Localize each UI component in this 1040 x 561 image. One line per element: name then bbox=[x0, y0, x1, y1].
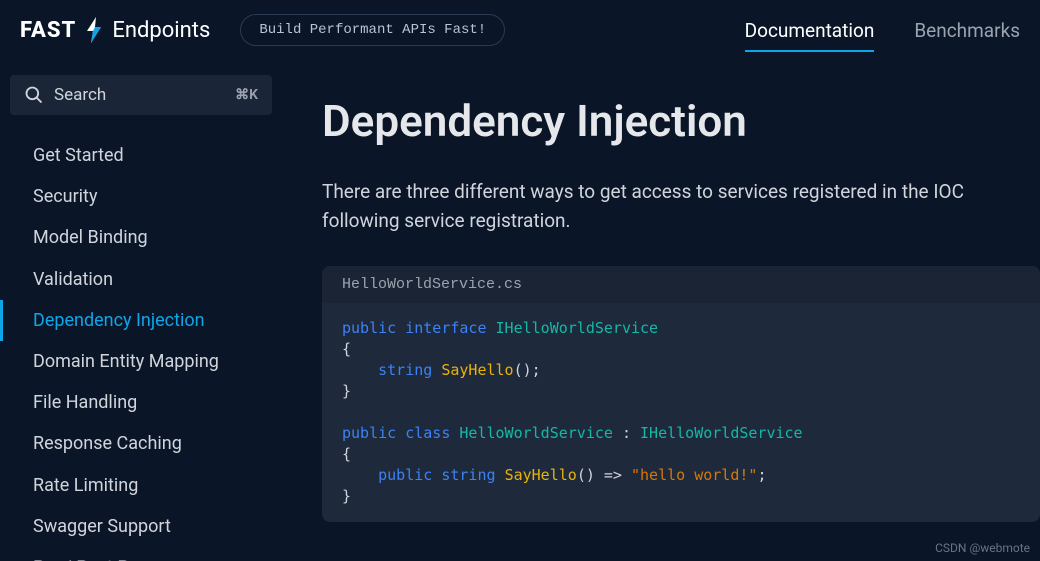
sidebar-item-rate-limiting[interactable]: Rate Limiting bbox=[0, 465, 282, 506]
content-area: Search ⌘K Get Started Security Model Bin… bbox=[0, 60, 1040, 561]
nav-benchmarks[interactable]: Benchmarks bbox=[914, 13, 1020, 48]
sidebar-item-validation[interactable]: Validation bbox=[0, 259, 282, 300]
main-content: Dependency Injection There are three dif… bbox=[282, 60, 1040, 561]
watermark: CSDN @webmote bbox=[935, 541, 1030, 555]
search-input[interactable]: Search ⌘K bbox=[10, 75, 272, 115]
logo[interactable]: FAST Endpoints bbox=[20, 15, 210, 45]
sidebar-item-swagger-support[interactable]: Swagger Support bbox=[0, 506, 282, 547]
sidebar-item-domain-entity-mapping[interactable]: Domain Entity Mapping bbox=[0, 341, 282, 382]
page-title: Dependency Injection bbox=[322, 95, 1040, 147]
code-content: public interface IHelloWorldService { st… bbox=[342, 318, 1020, 507]
code-body: public interface IHelloWorldService { st… bbox=[322, 303, 1040, 522]
code-block: HelloWorldService.cs public interface IH… bbox=[322, 266, 1040, 522]
search-icon bbox=[24, 85, 44, 105]
sidebar-item-security[interactable]: Security bbox=[0, 176, 282, 217]
sidebar-item-dependency-injection[interactable]: Dependency Injection bbox=[0, 300, 282, 341]
sidebar-item-file-handling[interactable]: File Handling bbox=[0, 382, 282, 423]
logo-endpoints-text: Endpoints bbox=[112, 18, 210, 43]
search-shortcut: ⌘K bbox=[235, 87, 258, 103]
sidebar-item-model-binding[interactable]: Model Binding bbox=[0, 217, 282, 258]
code-filename: HelloWorldService.cs bbox=[322, 266, 1040, 303]
nav-documentation[interactable]: Documentation bbox=[745, 13, 875, 48]
lightning-icon bbox=[84, 15, 104, 45]
search-placeholder: Search bbox=[54, 85, 235, 105]
sidebar-item-response-caching[interactable]: Response Caching bbox=[0, 423, 282, 464]
header: FAST Endpoints Build Performant APIs Fas… bbox=[0, 0, 1040, 60]
header-nav: Documentation Benchmarks bbox=[745, 13, 1020, 48]
sidebar-nav: Get Started Security Model Binding Valid… bbox=[0, 125, 282, 561]
sidebar-item-pre-post-processors[interactable]: Pre / Post Processors bbox=[0, 547, 282, 561]
sidebar: Search ⌘K Get Started Security Model Bin… bbox=[0, 60, 282, 561]
logo-fast-text: FAST bbox=[20, 18, 76, 43]
sidebar-item-get-started[interactable]: Get Started bbox=[0, 135, 282, 176]
tagline-badge: Build Performant APIs Fast! bbox=[240, 14, 505, 46]
page-description: There are three different ways to get ac… bbox=[322, 177, 1040, 236]
